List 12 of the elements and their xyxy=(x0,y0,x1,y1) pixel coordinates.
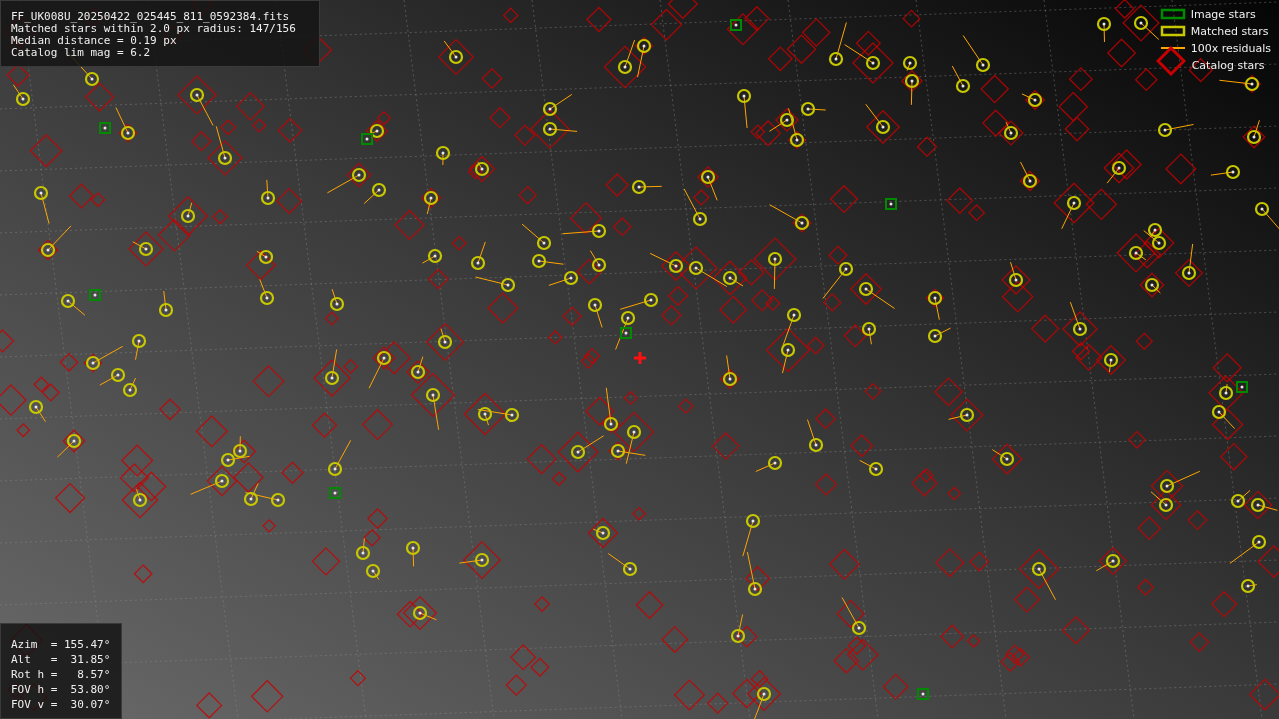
info-line: FF_UK008U_20250422_025445_811_0592384.fits xyxy=(11,11,291,23)
legend-label: Image stars xyxy=(1190,7,1256,21)
pointing-line: Azim = 155.47° xyxy=(11,637,111,652)
info-line: Catalog lim mag = 6.2 xyxy=(11,47,152,59)
legend-label: 100x residuals xyxy=(1190,41,1271,55)
info-line: Matched stars within 2.0 px radius: 147/156 xyxy=(11,23,297,35)
info-line: Median distance = 0.19 px xyxy=(11,35,178,47)
pointing-line: FOV v = 30.07° xyxy=(11,697,111,712)
pointing-line: FOV h = 53.80° xyxy=(11,682,111,697)
pointing-line: Rot h = 8.57° xyxy=(11,667,111,682)
pointing-line: Alt = 31.85° xyxy=(11,652,111,667)
legend-label: Matched stars xyxy=(1190,24,1269,38)
